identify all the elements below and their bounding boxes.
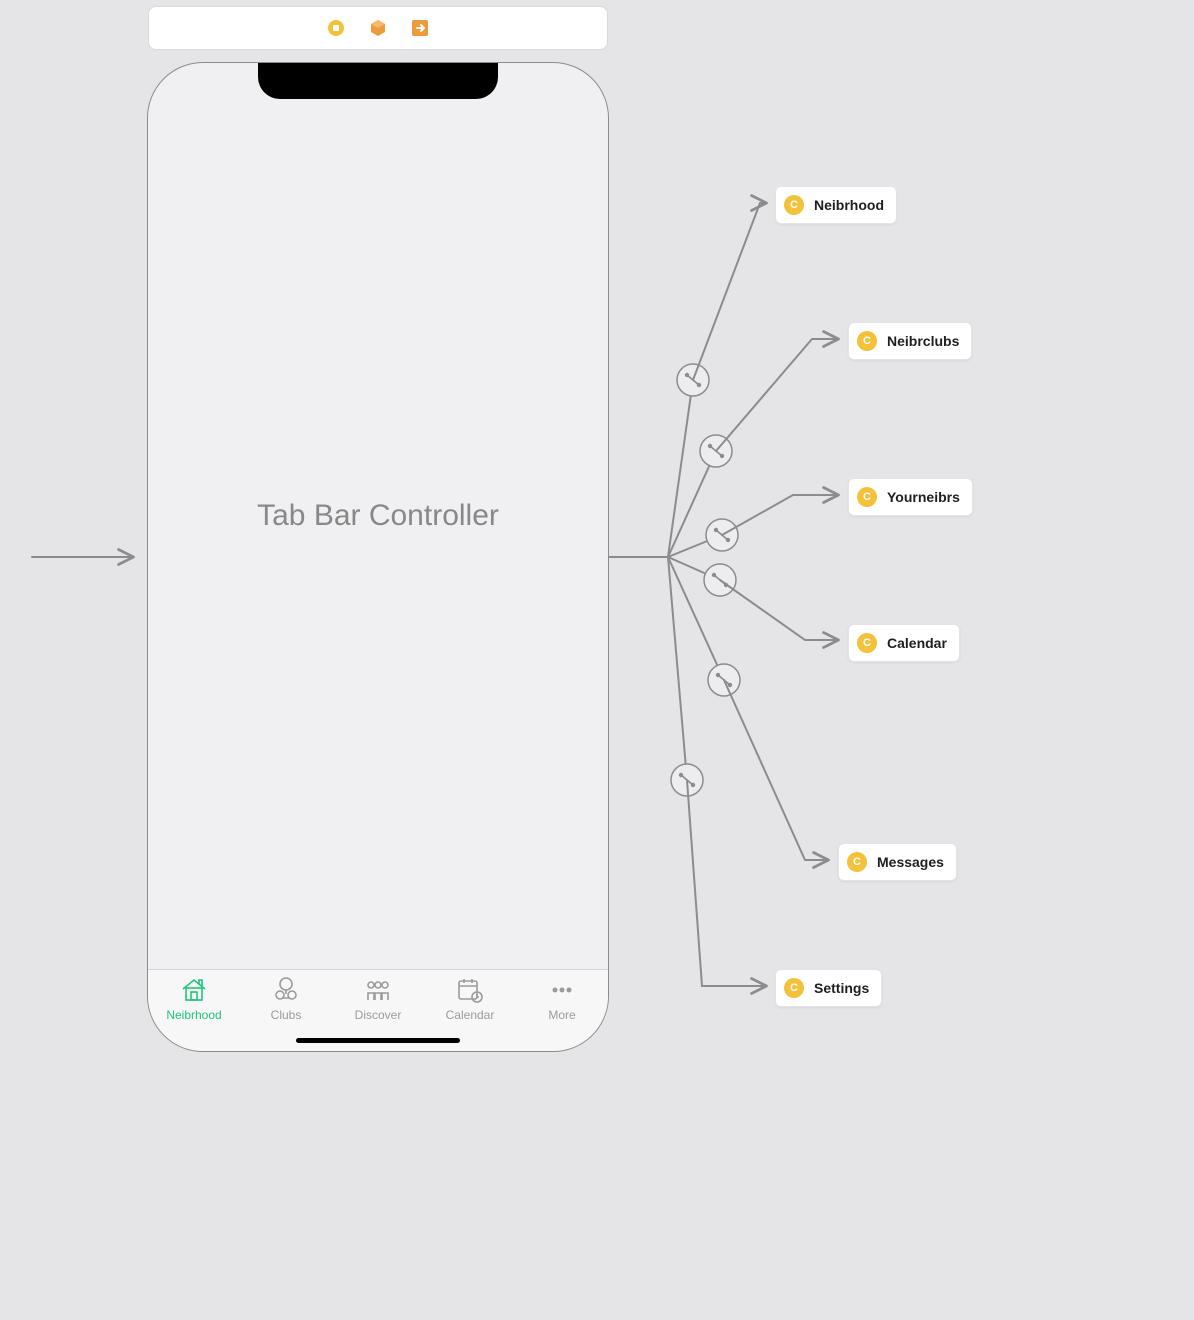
- scene-icon[interactable]: [368, 18, 388, 38]
- scene-toolbar[interactable]: [148, 6, 608, 50]
- viewcontroller-icon: C: [784, 978, 804, 998]
- tab-label: Discover: [355, 1008, 402, 1022]
- exit-icon[interactable]: [410, 18, 430, 38]
- viewcontroller-icon: C: [847, 852, 867, 872]
- tab-label: More: [548, 1008, 575, 1022]
- tab-neibrhood[interactable]: Neibrhood: [148, 976, 240, 1027]
- clubs-icon: [271, 976, 301, 1004]
- house-icon: [179, 976, 209, 1004]
- segue-node-settings[interactable]: C Settings: [775, 969, 882, 1007]
- calendar-icon: [455, 976, 485, 1004]
- segue-node-yourneibrs[interactable]: C Yourneibrs: [848, 478, 973, 516]
- home-indicator: [296, 1038, 460, 1043]
- device-frame: Tab Bar Controller Neibrhood: [147, 62, 609, 1052]
- segue-label: Neibrhood: [814, 197, 884, 213]
- storyboard-entry-icon[interactable]: [326, 18, 346, 38]
- tab-label: Calendar: [446, 1008, 495, 1022]
- segue-label: Messages: [877, 854, 944, 870]
- viewcontroller-icon: C: [784, 195, 804, 215]
- tab-clubs[interactable]: Clubs: [240, 976, 332, 1027]
- segue-label: Neibrclubs: [887, 333, 959, 349]
- segue-label: Yourneibrs: [887, 489, 960, 505]
- viewcontroller-icon: C: [857, 633, 877, 653]
- segue-node-calendar[interactable]: C Calendar: [848, 624, 960, 662]
- segue-node-messages[interactable]: C Messages: [838, 843, 957, 881]
- viewcontroller-icon: C: [857, 487, 877, 507]
- tab-label: Clubs: [271, 1008, 302, 1022]
- tab-more[interactable]: More: [516, 976, 608, 1027]
- segue-label: Settings: [814, 980, 869, 996]
- segue-node-neibrhood[interactable]: C Neibrhood: [775, 186, 897, 224]
- tab-label: Neibrhood: [166, 1008, 221, 1022]
- scene-title: Tab Bar Controller: [148, 63, 608, 969]
- segue-label: Calendar: [887, 635, 947, 651]
- tab-calendar[interactable]: Calendar: [424, 976, 516, 1027]
- more-icon: [547, 976, 577, 1004]
- segue-node-neibrclubs[interactable]: C Neibrclubs: [848, 322, 972, 360]
- viewcontroller-icon: C: [857, 331, 877, 351]
- tab-discover[interactable]: Discover: [332, 976, 424, 1027]
- discover-icon: [363, 976, 393, 1004]
